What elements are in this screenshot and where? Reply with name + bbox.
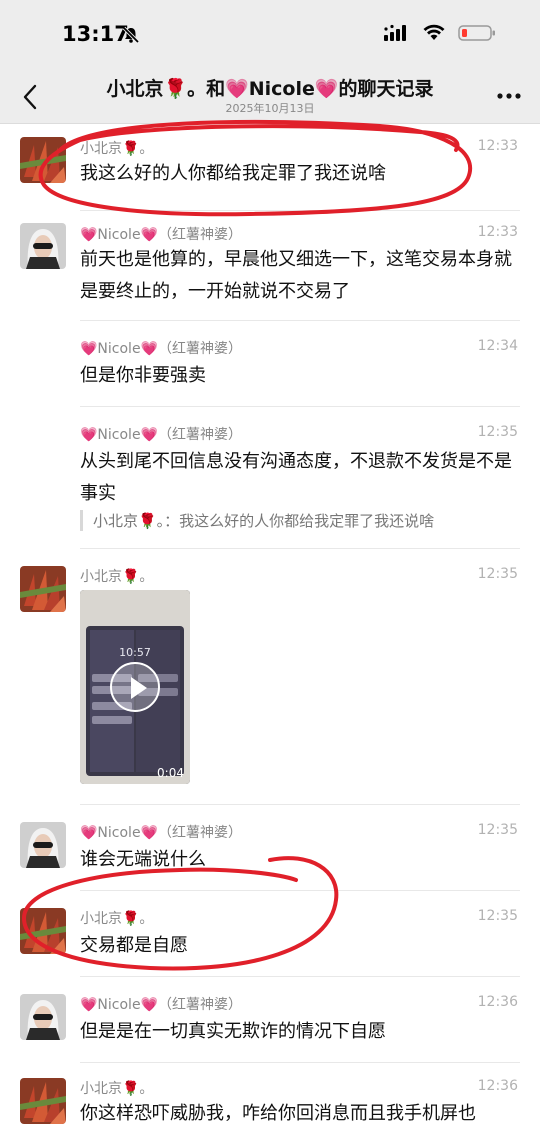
message-text: 但是你非要强卖 xyxy=(80,365,206,386)
message-text: 你这样恐吓威胁我，咋给你回消息而且我手机屏也 xyxy=(80,1103,476,1124)
video-duration: 0:04 xyxy=(157,766,184,780)
message-text: 但是是在一切真实无欺诈的情况下自愿 xyxy=(80,1021,386,1042)
rose-avatar[interactable] xyxy=(20,566,66,612)
video-thumbnail[interactable]: 10:57 0:04 xyxy=(80,590,190,784)
message-text: 谁会无端说什么 xyxy=(80,849,206,870)
status-bar: 13:17 xyxy=(0,0,540,70)
message-item[interactable]: 小北京🌹。 12:36 你这样恐吓威胁我，咋给你回消息而且我手机屏也 xyxy=(0,1062,540,1131)
chat-date: 2025年10月13日 xyxy=(225,102,315,115)
message-item[interactable]: 💗Nicole💗（红薯神婆） 12:35 从头到尾不回信息没有沟通态度，不退款不… xyxy=(0,406,540,548)
status-time: 13:17 xyxy=(62,22,129,46)
message-item[interactable]: 💗Nicole💗（红薯神婆） 12:33 前天也是他算的，早晨他又细选一下，这笔… xyxy=(0,210,540,320)
play-icon[interactable] xyxy=(110,662,160,712)
message-item[interactable]: 小北京🌹。 12:35 10:57 0:04 xyxy=(0,548,540,804)
signal-icon xyxy=(384,24,410,46)
message-time: 12:33 xyxy=(477,224,518,240)
message-item[interactable]: 小北京🌹。 12:35 交易都是自愿 xyxy=(0,890,540,976)
rose-avatar[interactable] xyxy=(20,908,66,954)
sender-name: 小北京🌹。 xyxy=(80,569,154,585)
sender-name: 小北京🌹。 xyxy=(80,1081,154,1097)
message-time: 12:34 xyxy=(477,338,518,354)
nicole-avatar[interactable] xyxy=(20,223,66,269)
message-item[interactable]: 小北京🌹。 12:33 我这么好的人你都给我定罪了我还说啥 xyxy=(0,124,540,210)
message-item[interactable]: 💗Nicole💗（红薯神婆） 12:35 谁会无端说什么 xyxy=(0,804,540,890)
rose-avatar[interactable] xyxy=(20,137,66,183)
sender-name: 💗Nicole💗（红薯神婆） xyxy=(80,825,242,841)
chat-title: 小北京🌹。和💗Nicole💗的聊天记录 xyxy=(106,78,434,100)
message-time: 12:35 xyxy=(477,566,518,582)
message-text: 交易都是自愿 xyxy=(80,935,188,956)
chevron-left-icon[interactable] xyxy=(16,80,44,114)
sender-name: 💗Nicole💗（红薯神婆） xyxy=(80,997,242,1013)
message-time: 12:35 xyxy=(477,908,518,924)
chat-header: 小北京🌹。和💗Nicole💗的聊天记录 2025年10月13日 xyxy=(0,70,540,124)
more-dots-icon[interactable] xyxy=(494,84,524,108)
message-text: 我这么好的人你都给我定罪了我还说啥 xyxy=(80,163,386,184)
sender-name: 💗Nicole💗（红薯神婆） xyxy=(80,341,242,357)
message-item[interactable]: 💗Nicole💗（红薯神婆） 12:36 但是是在一切真实无欺诈的情况下自愿 xyxy=(0,976,540,1062)
message-text: 前天也是他算的，早晨他又细选一下，这笔交易本身就是要终止的，一开始就说不交易了 xyxy=(80,249,512,302)
wifi-icon xyxy=(422,24,446,46)
rose-avatar[interactable] xyxy=(20,1078,66,1124)
sender-name: 小北京🌹。 xyxy=(80,911,154,927)
mute-bell-icon xyxy=(122,26,140,48)
message-time: 12:36 xyxy=(477,994,518,1010)
message-item[interactable]: 💗Nicole💗（红薯神婆） 12:34 但是你非要强卖 xyxy=(0,320,540,406)
quoted-message[interactable]: 小北京🌹。：我这么好的人你都给我定罪了我还说啥 xyxy=(80,510,520,531)
sender-name: 💗Nicole💗（红薯神婆） xyxy=(80,227,242,243)
sender-name: 💗Nicole💗（红薯神婆） xyxy=(80,427,242,443)
nicole-avatar[interactable] xyxy=(20,822,66,868)
sender-name: 小北京🌹。 xyxy=(80,141,154,157)
message-time: 12:35 xyxy=(477,822,518,838)
video-time-text: 10:57 xyxy=(119,646,151,659)
nicole-avatar[interactable] xyxy=(20,994,66,1040)
message-time: 12:35 xyxy=(477,424,518,440)
battery-low-icon xyxy=(458,24,496,46)
message-time: 12:33 xyxy=(477,138,518,154)
message-text: 从头到尾不回信息没有沟通态度，不退款不发货是不是事实 xyxy=(80,451,512,504)
message-time: 12:36 xyxy=(477,1078,518,1094)
